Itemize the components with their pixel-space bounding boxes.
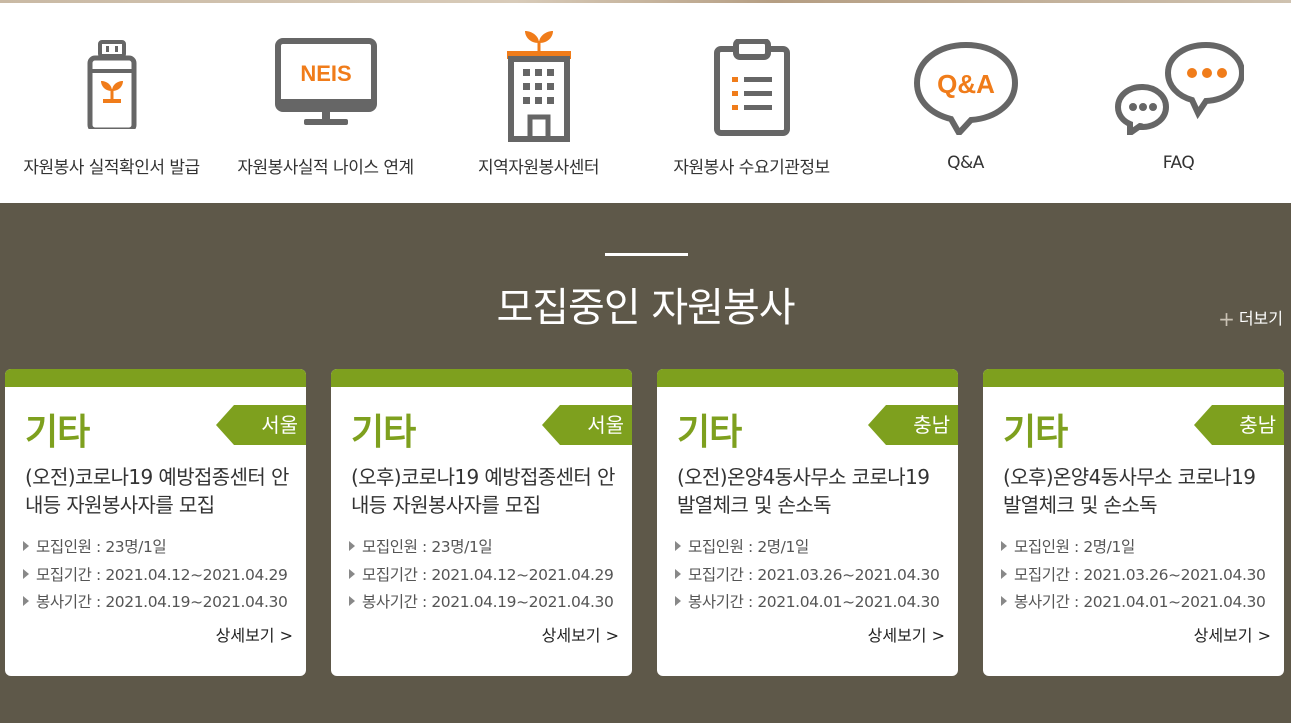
quick-menu-local-center[interactable]: 지역자원봉사센터 — [431, 3, 646, 203]
recruit-period-row: 모집기간 : 2021.04.12~2021.04.29 — [23, 563, 288, 591]
bullet-triangle-icon — [675, 596, 681, 606]
recruiting-section: 모집중인 자원봉사 + 더보기 기타 서울 (오전)코로나19 예방접종센터 안내… — [0, 203, 1291, 723]
detail-link[interactable]: 상세보기 > — [1194, 622, 1271, 646]
volunteer-card[interactable]: 기타 충남 (오후)온양4동사무소 코로나19 발열체크 및 손소독 모집인원 … — [983, 369, 1284, 676]
volunteer-card[interactable]: 기타 서울 (오전)코로나19 예방접종센터 안내등 자원봉사자를 모집 모집인… — [5, 369, 306, 676]
more-label: 더보기 — [1238, 309, 1283, 328]
card-info: 모집인원 : 2명/1일 모집기간 : 2021.03.26~2021.04.3… — [675, 535, 940, 618]
svg-text:Q&A: Q&A — [937, 69, 995, 99]
bullet-triangle-icon — [349, 568, 355, 579]
bullet-triangle-icon — [1001, 541, 1007, 551]
detail-link[interactable]: 상세보기 > — [216, 622, 293, 646]
usb-certificate-icon — [82, 29, 142, 133]
bullet-triangle-icon — [23, 541, 29, 551]
recruit-period-row: 모집기간 : 2021.04.12~2021.04.29 — [349, 563, 614, 591]
members-row: 모집인원 : 2명/1일 — [675, 535, 939, 563]
clipboard-list-icon — [712, 38, 792, 141]
card-title[interactable]: (오후)온양4동사무소 코로나19 발열체크 및 손소독 — [1003, 463, 1268, 519]
quick-menu: 자원봉사 실적확인서 발급 NEIS 자원봉사실적 나이스 연계 지역자원봉사센… — [0, 3, 1291, 203]
members-row: 모집인원 : 23명/1일 — [23, 535, 287, 563]
bullet-triangle-icon — [349, 596, 355, 606]
card-info: 모집인원 : 23명/1일 모집기간 : 2021.04.12~2021.04.… — [349, 535, 614, 618]
neis-monitor-icon: NEIS — [274, 29, 378, 133]
qa-bubble-icon: Q&A — [911, 39, 1021, 139]
quick-menu-neis[interactable]: NEIS 자원봉사실적 나이스 연계 — [218, 3, 433, 203]
service-period-row: 봉사기간 : 2021.04.01~2021.04.30 — [675, 590, 940, 618]
bullet-triangle-icon — [23, 596, 29, 606]
card-category: 기타 — [351, 412, 416, 453]
detail-link[interactable]: 상세보기 > — [542, 622, 619, 646]
quick-menu-label: Q&A — [947, 153, 984, 173]
card-category: 기타 — [1003, 412, 1068, 453]
quick-menu-qa[interactable]: Q&A Q&A — [858, 3, 1073, 203]
region-badge: 서울 — [542, 405, 632, 445]
bullet-triangle-icon — [675, 568, 681, 579]
volunteer-card[interactable]: 기타 충남 (오전)온양4동사무소 코로나19 발열체크 및 손소독 모집인원 … — [657, 369, 958, 676]
faq-bubbles-icon — [1114, 39, 1245, 139]
bullet-triangle-icon — [1001, 596, 1007, 606]
quick-menu-faq[interactable]: FAQ — [1071, 3, 1286, 203]
bullet-triangle-icon — [675, 541, 681, 551]
card-category: 기타 — [25, 412, 90, 453]
service-period-row: 봉사기간 : 2021.04.01~2021.04.30 — [1001, 590, 1266, 618]
quick-menu-label: 자원봉사실적 나이스 연계 — [237, 158, 414, 178]
card-title[interactable]: (오전)코로나19 예방접종센터 안내등 자원봉사자를 모집 — [25, 463, 290, 519]
card-info: 모집인원 : 23명/1일 모집기간 : 2021.04.12~2021.04.… — [23, 535, 288, 618]
recruit-period-row: 모집기간 : 2021.03.26~2021.04.30 — [675, 563, 940, 591]
section-title-divider — [605, 253, 688, 256]
building-sprout-icon — [501, 27, 577, 147]
service-period-row: 봉사기간 : 2021.04.19~2021.04.30 — [349, 590, 614, 618]
quick-menu-label: FAQ — [1162, 153, 1195, 173]
card-category: 기타 — [677, 412, 742, 453]
quick-menu-institution-info[interactable]: 자원봉사 수요기관정보 — [644, 3, 859, 203]
members-row: 모집인원 : 23명/1일 — [349, 535, 613, 563]
card-top-bar — [331, 369, 632, 387]
card-title[interactable]: (오후)코로나19 예방접종센터 안내등 자원봉사자를 모집 — [351, 463, 616, 519]
detail-link[interactable]: 상세보기 > — [868, 622, 945, 646]
card-top-bar — [5, 369, 306, 387]
plus-icon: + — [1218, 307, 1235, 331]
quick-menu-label: 자원봉사 실적확인서 발급 — [23, 158, 200, 178]
card-top-bar — [657, 369, 958, 387]
recruit-period-row: 모집기간 : 2021.03.26~2021.04.30 — [1001, 563, 1266, 591]
region-badge: 서울 — [216, 405, 306, 445]
bullet-triangle-icon — [349, 541, 355, 551]
section-title: 모집중인 자원봉사 — [496, 285, 795, 331]
bullet-triangle-icon — [23, 568, 29, 579]
card-top-bar — [983, 369, 1284, 387]
members-row: 모집인원 : 2명/1일 — [1001, 535, 1265, 563]
quick-menu-label: 자원봉사 수요기관정보 — [673, 158, 830, 178]
bullet-triangle-icon — [1001, 568, 1007, 579]
quick-menu-label: 지역자원봉사센터 — [477, 158, 600, 178]
card-title[interactable]: (오전)온양4동사무소 코로나19 발열체크 및 손소독 — [677, 463, 942, 519]
svg-text:NEIS: NEIS — [300, 61, 351, 86]
service-period-row: 봉사기간 : 2021.04.19~2021.04.30 — [23, 590, 288, 618]
quick-menu-certificate[interactable]: 자원봉사 실적확인서 발급 — [4, 3, 219, 203]
region-badge: 충남 — [1194, 405, 1284, 445]
card-info: 모집인원 : 2명/1일 모집기간 : 2021.03.26~2021.04.3… — [1001, 535, 1266, 618]
region-badge: 충남 — [868, 405, 958, 445]
more-link[interactable]: + 더보기 — [1218, 305, 1283, 331]
volunteer-card[interactable]: 기타 서울 (오후)코로나19 예방접종센터 안내등 자원봉사자를 모집 모집인… — [331, 369, 632, 676]
